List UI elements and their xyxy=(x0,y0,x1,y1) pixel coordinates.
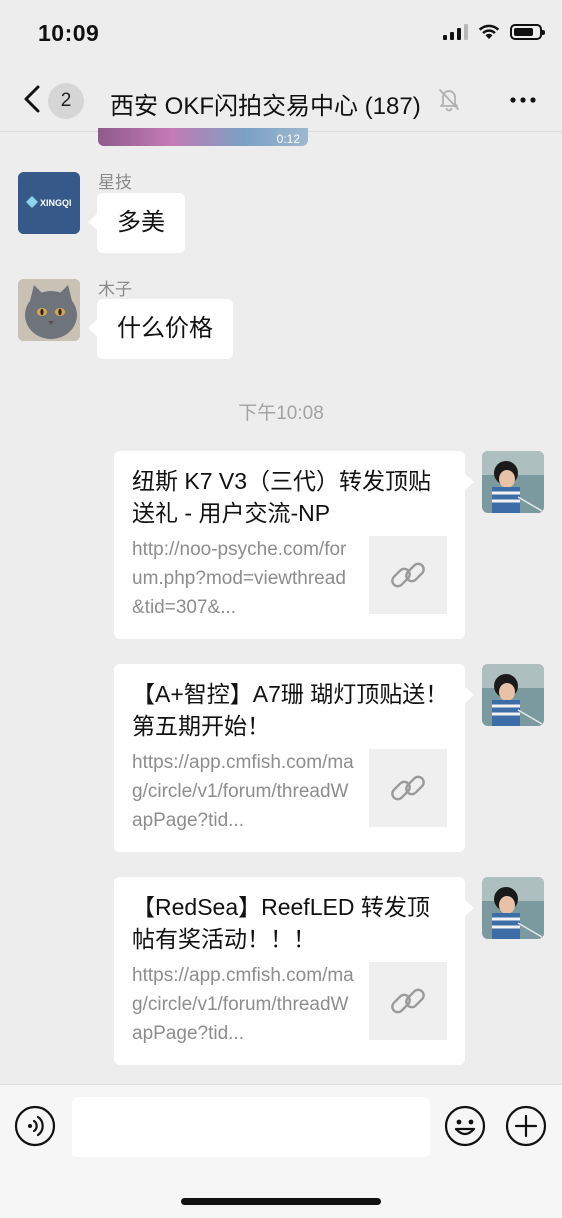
bell-slash-icon xyxy=(439,89,459,112)
wifi-icon xyxy=(478,24,500,39)
link-icon xyxy=(391,775,425,801)
video-duration: 0:12 xyxy=(276,132,300,146)
my-avatar[interactable] xyxy=(482,877,544,939)
unread-count-badge[interactable]: 2 xyxy=(48,83,84,119)
status-bar: 10:09 xyxy=(0,0,562,70)
message-bubble[interactable]: 什么价格 xyxy=(88,299,233,359)
plus-icon[interactable] xyxy=(505,1105,547,1147)
link-card[interactable]: 【A+智控】A7珊 瑚灯顶贴送！第五期开始！ https://app.cmfis… xyxy=(114,664,474,852)
link-url: https://app.cmfish.com/mag/circle/v1/for… xyxy=(132,965,354,1044)
battery-icon xyxy=(510,24,545,40)
link-thumbnail xyxy=(369,749,447,827)
status-icons xyxy=(443,24,545,40)
avatar-xingji[interactable]: XINGQI xyxy=(18,172,80,234)
my-avatar[interactable] xyxy=(482,664,544,726)
cellular-signal-icon xyxy=(443,24,468,40)
child-photo-avatar-icon xyxy=(482,664,544,726)
link-card[interactable]: 纽斯 K7 V3（三代）转发顶贴送礼 - 用户交流-NP http://noo-… xyxy=(114,451,474,639)
link-thumbnail xyxy=(369,536,447,614)
home-indicator[interactable] xyxy=(181,1198,381,1205)
sender-name: 星技 xyxy=(98,173,132,192)
link-title: 纽斯 K7 V3（三代）转发顶贴送礼 - 用户交流-NP xyxy=(132,468,432,526)
link-url: https://app.cmfish.com/mag/circle/v1/for… xyxy=(132,752,354,831)
sender-name: 木子 xyxy=(98,280,132,299)
chevron-left-icon[interactable] xyxy=(18,82,48,116)
link-icon xyxy=(391,988,425,1014)
svg-text:XINGQI: XINGQI xyxy=(40,198,72,208)
link-url: http://noo-psyche.com/forum.php?mod=view… xyxy=(132,539,347,618)
child-photo-avatar-icon xyxy=(482,451,544,513)
avatar-muzi[interactable] xyxy=(18,279,80,341)
message-timestamp: 下午10:08 xyxy=(238,403,324,424)
message-input[interactable] xyxy=(72,1097,430,1157)
voice-icon[interactable] xyxy=(14,1105,56,1147)
chat-header: 2 西安 OKF闪拍交易中心 (187) xyxy=(0,70,562,132)
child-photo-avatar-icon xyxy=(482,877,544,939)
link-title: 【RedSea】ReefLED 转发顶帖有奖活动！！！ xyxy=(132,894,430,952)
link-card[interactable]: 【RedSea】ReefLED 转发顶帖有奖活动！！！ https://app.… xyxy=(114,877,474,1065)
link-thumbnail xyxy=(369,962,447,1040)
cat-avatar-icon xyxy=(18,279,80,341)
xingqi-logo-icon: XINGQI xyxy=(18,172,80,234)
more-icon[interactable] xyxy=(508,90,538,110)
emoji-icon[interactable] xyxy=(444,1105,486,1147)
status-time: 10:09 xyxy=(38,20,100,46)
chat-title: 西安 OKF闪拍交易中心 (187) xyxy=(110,93,421,120)
my-avatar[interactable] xyxy=(482,451,544,513)
message-bubble[interactable]: 多美 xyxy=(88,193,185,253)
video-message-thumbnail[interactable]: 0:12 xyxy=(98,128,308,146)
link-icon xyxy=(391,562,425,588)
link-title: 【A+智控】A7珊 瑚灯顶贴送！第五期开始！ xyxy=(132,681,449,739)
